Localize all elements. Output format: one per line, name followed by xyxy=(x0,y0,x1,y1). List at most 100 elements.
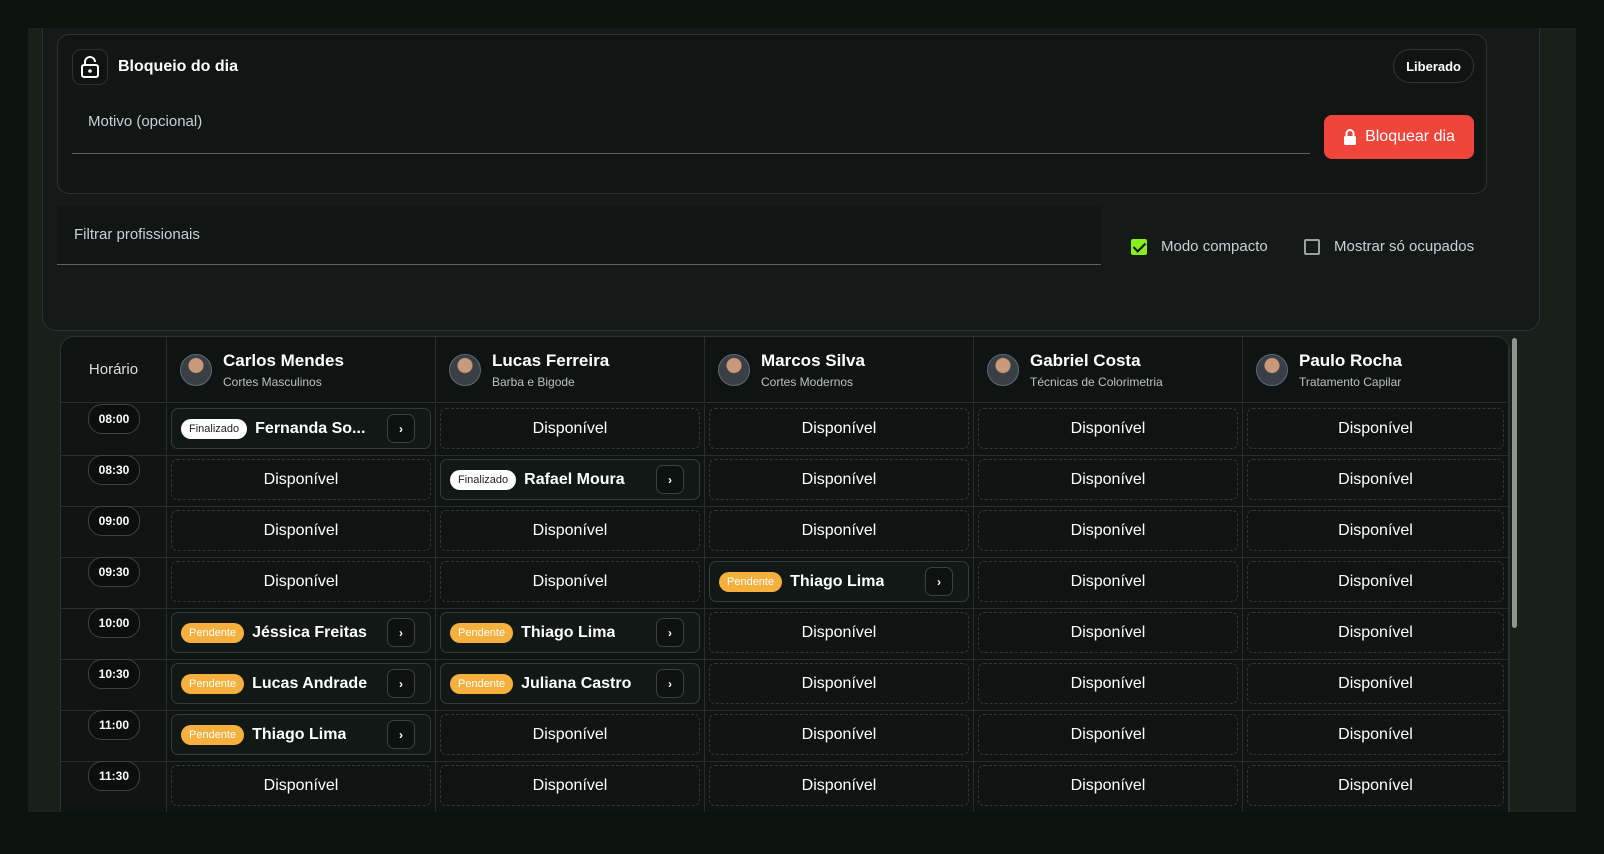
chevron-right-icon[interactable]: › xyxy=(656,669,684,698)
available-slot[interactable]: Disponível xyxy=(709,765,969,806)
available-slot[interactable]: Disponível xyxy=(978,765,1238,806)
appointment-card[interactable]: Pendente Juliana Castro › xyxy=(440,663,700,704)
reason-input[interactable]: Motivo (opcional) xyxy=(72,95,1310,154)
slot-cell: Disponível xyxy=(167,506,436,557)
slot-cell: Pendente Juliana Castro › xyxy=(436,659,705,710)
compact-mode-toggle[interactable]: Modo compacto xyxy=(1131,238,1268,255)
slot-cell: Disponível xyxy=(1243,506,1509,557)
professional-name: Lucas Ferreira xyxy=(492,350,610,370)
appointment-status-badge: Finalizado xyxy=(450,469,517,490)
available-slot[interactable]: Disponível xyxy=(440,408,700,449)
slot-cell: Disponível xyxy=(436,761,705,812)
available-slot[interactable]: Disponível xyxy=(709,459,969,500)
controls-panel: Bloqueio do dia Liberado Motivo (opciona… xyxy=(42,28,1540,331)
available-slot[interactable]: Disponível xyxy=(440,561,700,602)
available-slot[interactable]: Disponível xyxy=(1247,663,1504,704)
available-slot[interactable]: Disponível xyxy=(440,765,700,806)
appointment-client-name: Fernanda So... xyxy=(255,419,366,437)
appointment-card[interactable]: Pendente Thiago Lima › xyxy=(171,714,431,755)
available-slot[interactable]: Disponível xyxy=(171,561,431,602)
available-slot[interactable]: Disponível xyxy=(1247,714,1504,755)
available-slot[interactable]: Disponível xyxy=(978,612,1238,653)
time-cell: 10:30 xyxy=(61,659,167,710)
vertical-scrollbar[interactable] xyxy=(1512,338,1517,628)
available-slot[interactable]: Disponível xyxy=(978,714,1238,755)
chevron-right-icon[interactable]: › xyxy=(925,567,953,596)
available-slot[interactable]: Disponível xyxy=(440,510,700,551)
slot-cell: Pendente Thiago Lima › xyxy=(167,710,436,761)
slot-cell: Finalizado Fernanda So... › xyxy=(167,404,436,455)
compact-mode-checkbox[interactable] xyxy=(1131,238,1147,255)
available-slot[interactable]: Disponível xyxy=(171,459,431,500)
busy-only-label: Mostrar só ocupados xyxy=(1334,238,1475,255)
appointment-card[interactable]: Pendente Jéssica Freitas › xyxy=(171,612,431,653)
schedule-row: 11:00 Pendente Thiago Lima › Disponível Dispo… xyxy=(61,710,1509,762)
appointment-card[interactable]: Pendente Thiago Lima › xyxy=(709,561,969,602)
slot-cell: Pendente Thiago Lima › xyxy=(705,557,974,608)
time-label: 10:30 xyxy=(88,659,140,689)
chevron-right-icon[interactable]: › xyxy=(387,618,415,647)
time-cell: 08:30 xyxy=(61,455,167,506)
available-slot[interactable]: Disponível xyxy=(1247,408,1504,449)
professional-name: Marcos Silva xyxy=(761,350,865,370)
busy-only-toggle[interactable]: Mostrar só ocupados xyxy=(1304,238,1474,255)
professional-specialty: Cortes Masculinos xyxy=(223,374,322,389)
block-day-button[interactable]: Bloquear dia xyxy=(1324,115,1474,159)
schedule-row: 10:30 Pendente Lucas Andrade › Pendente Julia… xyxy=(61,659,1509,711)
slot-cell: Disponível xyxy=(167,557,436,608)
professional-header: Gabriel Costa Técnicas de Colorimetria xyxy=(974,337,1243,403)
available-slot[interactable]: Disponível xyxy=(709,714,969,755)
appointment-card[interactable]: Pendente Lucas Andrade › xyxy=(171,663,431,704)
chevron-right-icon[interactable]: › xyxy=(387,414,415,443)
professional-name: Carlos Mendes xyxy=(223,350,344,370)
available-slot[interactable]: Disponível xyxy=(440,714,700,755)
available-slot[interactable]: Disponível xyxy=(171,510,431,551)
available-slot[interactable]: Disponível xyxy=(978,663,1238,704)
professional-name: Gabriel Costa xyxy=(1030,350,1141,370)
busy-only-checkbox[interactable] xyxy=(1304,238,1320,255)
time-label: 09:30 xyxy=(88,557,140,587)
available-slot[interactable]: Disponível xyxy=(171,765,431,806)
chevron-right-icon[interactable]: › xyxy=(656,465,684,494)
professional-header: Carlos Mendes Cortes Masculinos xyxy=(167,337,436,403)
slot-cell: Disponível xyxy=(974,608,1243,659)
available-slot[interactable]: Disponível xyxy=(1247,561,1504,602)
slot-cell: Disponível xyxy=(974,506,1243,557)
available-slot[interactable]: Disponível xyxy=(709,663,969,704)
slot-cell: Disponível xyxy=(1243,659,1509,710)
available-slot[interactable]: Disponível xyxy=(1247,510,1504,551)
filter-professionals-input[interactable]: Filtrar profissionais xyxy=(57,206,1101,265)
available-slot[interactable]: Disponível xyxy=(978,408,1238,449)
available-slot[interactable]: Disponível xyxy=(709,612,969,653)
slot-cell: Disponível xyxy=(436,710,705,761)
app-frame: Bloqueio do dia Liberado Motivo (opciona… xyxy=(28,28,1576,812)
available-slot[interactable]: Disponível xyxy=(1247,765,1504,806)
time-column-header: Horário xyxy=(61,337,167,403)
schedule-row: 08:30 Disponível Finalizado Rafael Moura › Di… xyxy=(61,455,1509,507)
available-slot[interactable]: Disponível xyxy=(978,561,1238,602)
appointment-client-name: Thiago Lima xyxy=(252,725,347,743)
chevron-right-icon[interactable]: › xyxy=(387,720,415,749)
appointment-card[interactable]: Finalizado Fernanda So... › xyxy=(171,408,431,449)
appointment-card[interactable]: Pendente Thiago Lima › xyxy=(440,612,700,653)
professional-specialty: Cortes Modernos xyxy=(761,374,854,389)
appointment-status-badge: Pendente xyxy=(450,673,514,694)
available-slot[interactable]: Disponível xyxy=(1247,612,1504,653)
appointment-card[interactable]: Finalizado Rafael Moura › xyxy=(440,459,700,500)
appointment-status-badge: Pendente xyxy=(450,622,514,643)
lock-open-icon xyxy=(72,49,108,85)
available-slot[interactable]: Disponível xyxy=(978,510,1238,551)
slot-cell: Finalizado Rafael Moura › xyxy=(436,455,705,506)
available-slot[interactable]: Disponível xyxy=(709,510,969,551)
available-slot[interactable]: Disponível xyxy=(978,459,1238,500)
slot-cell: Disponível xyxy=(705,506,974,557)
chevron-right-icon[interactable]: › xyxy=(656,618,684,647)
schedule-row: 09:30 Disponível Disponível Pendente Thiago … xyxy=(61,557,1509,609)
time-cell: 10:00 xyxy=(61,608,167,659)
schedule-row: 09:00 Disponível Disponível Disponível Dispo… xyxy=(61,506,1509,558)
available-slot[interactable]: Disponível xyxy=(1247,459,1504,500)
appointment-status-badge: Pendente xyxy=(181,724,245,745)
chevron-right-icon[interactable]: › xyxy=(387,669,415,698)
compact-mode-label: Modo compacto xyxy=(1161,238,1268,255)
available-slot[interactable]: Disponível xyxy=(709,408,969,449)
